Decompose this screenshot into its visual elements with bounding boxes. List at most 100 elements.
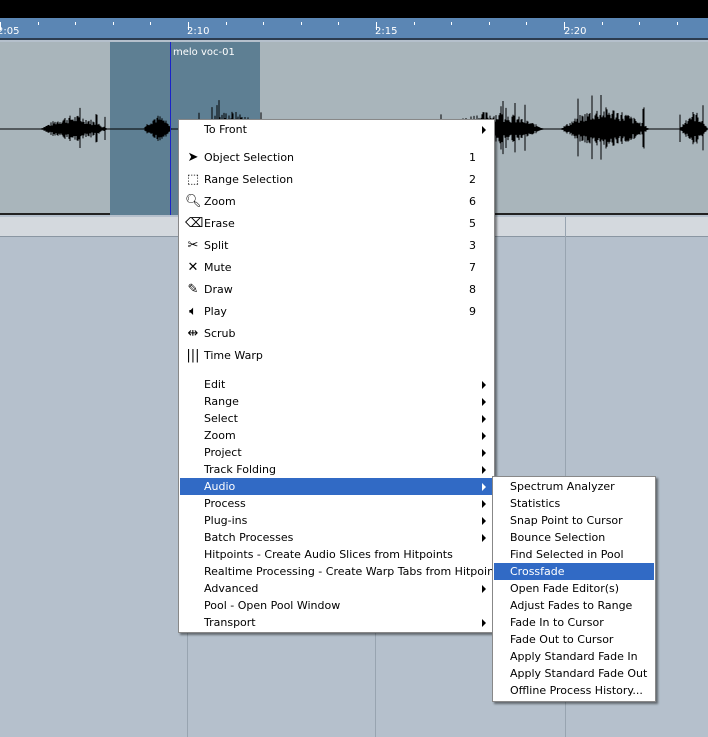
shortcut-key: 8 — [469, 283, 476, 296]
menu-item-play-label: Play — [204, 305, 227, 318]
menu-item-scrub-label: Scrub — [204, 327, 236, 340]
menu-item-select[interactable]: Select — [180, 410, 493, 427]
submenu-arrow-icon — [482, 432, 486, 440]
ruler-label: 2:05 — [0, 26, 20, 37]
menu-item-erase[interactable]: ⌫ Erase 5 — [180, 213, 493, 235]
ruler-tick — [414, 22, 415, 25]
ruler-tick — [301, 22, 302, 25]
speaker-icon: 🔈︎ — [189, 304, 197, 319]
audio-submenu: Spectrum Analyzer Statistics Snap Point to… — [492, 476, 656, 702]
submenu-item-adjust-fades-to-range[interactable]: Adjust Fades to Range — [494, 597, 654, 614]
shortcut-key: 6 — [469, 195, 476, 208]
menu-item-draw[interactable]: ✎ Draw 8 — [180, 279, 493, 301]
menu-item-erase-label: Erase — [204, 217, 235, 230]
menu-item-zoom[interactable]: 🔍︎ Zoom 6 — [180, 191, 493, 213]
timeline-ruler[interactable]: 2:05 2:10 2:15 2:20 — [0, 18, 708, 40]
submenu-item-open-fade-editor-s--label: Open Fade Editor(s) — [510, 582, 620, 595]
ruler-tick — [150, 22, 151, 25]
menu-item-project[interactable]: Project — [180, 444, 493, 461]
submenu-item-offline-process-history-[interactable]: Offline Process History... — [494, 682, 654, 699]
submenu-item-apply-standard-fade-out[interactable]: Apply Standard Fade Out — [494, 665, 654, 682]
menu-item-zoom[interactable]: Zoom — [180, 427, 493, 444]
top-bar — [0, 0, 708, 18]
range-selection-icon: ⬚ — [186, 172, 200, 187]
shortcut-key: 9 — [469, 305, 476, 318]
menu-item-hitpoints-create-audio-slices-from-hitpoints-label: Hitpoints - Create Audio Slices from Hit… — [204, 548, 453, 561]
menu-item-edit[interactable]: Edit — [180, 376, 493, 393]
submenu-arrow-icon — [482, 398, 486, 406]
submenu-item-open-fade-editor-s-[interactable]: Open Fade Editor(s) — [494, 580, 654, 597]
menu-item-pool-open-pool-window[interactable]: Pool - Open Pool Window — [180, 597, 493, 614]
project-cursor[interactable] — [170, 42, 171, 215]
submenu-arrow-icon — [482, 381, 486, 389]
ruler-tick — [113, 22, 114, 25]
submenu-item-fade-in-to-cursor-label: Fade In to Cursor — [510, 616, 604, 629]
menu-item-range[interactable]: Range — [180, 393, 493, 410]
menu-item-batch-processes[interactable]: Batch Processes — [180, 529, 493, 546]
menu-item-transport[interactable]: Transport — [180, 614, 493, 631]
ruler-tick — [75, 22, 76, 25]
menu-item-to-front[interactable]: To Front — [180, 121, 493, 138]
submenu-item-apply-standard-fade-out-label: Apply Standard Fade Out — [510, 667, 648, 680]
menu-item-mute[interactable]: ✕ Mute 7 — [180, 257, 493, 279]
submenu-item-statistics[interactable]: Statistics — [494, 495, 654, 512]
menu-item-plug-ins-label: Plug-ins — [204, 514, 248, 527]
menu-item-advanced[interactable]: Advanced — [180, 580, 493, 597]
submenu-item-find-selected-in-pool[interactable]: Find Selected in Pool — [494, 546, 654, 563]
shortcut-key: 3 — [469, 239, 476, 252]
menu-item-time-warp-label: Time Warp — [204, 349, 263, 362]
submenu-arrow-icon — [482, 500, 486, 508]
ruler-label: 2:10 — [187, 26, 210, 37]
menu-separator — [184, 370, 489, 371]
menu-item-object-selection-label: Object Selection — [204, 151, 295, 164]
ruler-tick — [376, 22, 377, 30]
pencil-icon: ✎ — [187, 282, 199, 297]
menu-item-range-label: Range — [204, 395, 239, 408]
ruler-label: 2:20 — [564, 26, 587, 37]
ruler-tick — [564, 22, 565, 30]
submenu-item-apply-standard-fade-in[interactable]: Apply Standard Fade In — [494, 648, 654, 665]
ruler-tick — [677, 22, 678, 25]
ruler-tick — [639, 22, 640, 25]
menu-item-hitpoints-create-audio-slices-from-hitpoints[interactable]: Hitpoints - Create Audio Slices from Hit… — [180, 546, 493, 563]
menu-item-object-selection[interactable]: ➤ Object Selection 1 — [180, 147, 493, 169]
shortcut-key: 7 — [469, 261, 476, 274]
submenu-item-spectrum-analyzer-label: Spectrum Analyzer — [510, 480, 615, 493]
menu-item-advanced-label: Advanced — [204, 582, 259, 595]
menu-item-transport-label: Transport — [204, 616, 256, 629]
x-mute-icon: ✕ — [187, 260, 199, 275]
ruler-tick — [526, 22, 527, 25]
time-warp-icon: ||| — [186, 348, 200, 363]
menu-item-realtime-processing-create-warp-tabs-from-hitpoints[interactable]: Realtime Processing - Create Warp Tabs f… — [180, 563, 504, 580]
submenu-item-fade-in-to-cursor[interactable]: Fade In to Cursor — [494, 614, 654, 631]
menu-item-draw-label: Draw — [204, 283, 233, 296]
menu-item-mute-label: Mute — [204, 261, 232, 274]
ruler-tick — [451, 22, 452, 25]
submenu-arrow-icon — [482, 483, 486, 491]
submenu-item-fade-out-to-cursor[interactable]: Fade Out to Cursor — [494, 631, 654, 648]
submenu-item-snap-point-to-cursor[interactable]: Snap Point to Cursor — [494, 512, 654, 529]
submenu-item-fade-out-to-cursor-label: Fade Out to Cursor — [510, 633, 614, 646]
menu-item-pool-open-pool-window-label: Pool - Open Pool Window — [204, 599, 341, 612]
menu-item-audio[interactable]: Audio — [180, 478, 493, 495]
menu-item-realtime-processing-create-warp-tabs-from-hitpoints-label: Realtime Processing - Create Warp Tabs f… — [204, 565, 505, 578]
menu-item-time-warp[interactable]: ||| Time Warp — [180, 345, 493, 367]
menu-item-split[interactable]: ✂ Split 3 — [180, 235, 493, 257]
menu-item-batch-processes-label: Batch Processes — [204, 531, 294, 544]
ruler-tick — [338, 22, 339, 25]
menu-item-play[interactable]: 🔈︎ Play 9 — [180, 301, 493, 323]
ruler-tick — [0, 22, 1, 30]
submenu-item-bounce-selection[interactable]: Bounce Selection — [494, 529, 654, 546]
menu-item-range-selection[interactable]: ⬚ Range Selection 2 — [180, 169, 493, 191]
menu-item-track-folding-label: Track Folding — [204, 463, 276, 476]
menu-item-process[interactable]: Process — [180, 495, 493, 512]
menu-item-scrub[interactable]: ⇹ Scrub — [180, 323, 493, 345]
submenu-item-snap-point-to-cursor-label: Snap Point to Cursor — [510, 514, 623, 527]
submenu-arrow-icon — [482, 126, 486, 134]
submenu-item-crossfade[interactable]: Crossfade — [494, 563, 654, 580]
menu-item-plug-ins[interactable]: Plug-ins — [180, 512, 493, 529]
menu-item-track-folding[interactable]: Track Folding — [180, 461, 493, 478]
ruler-tick — [263, 22, 264, 25]
submenu-item-spectrum-analyzer[interactable]: Spectrum Analyzer — [494, 478, 654, 495]
menu-item-to-front-label: To Front — [204, 123, 247, 136]
